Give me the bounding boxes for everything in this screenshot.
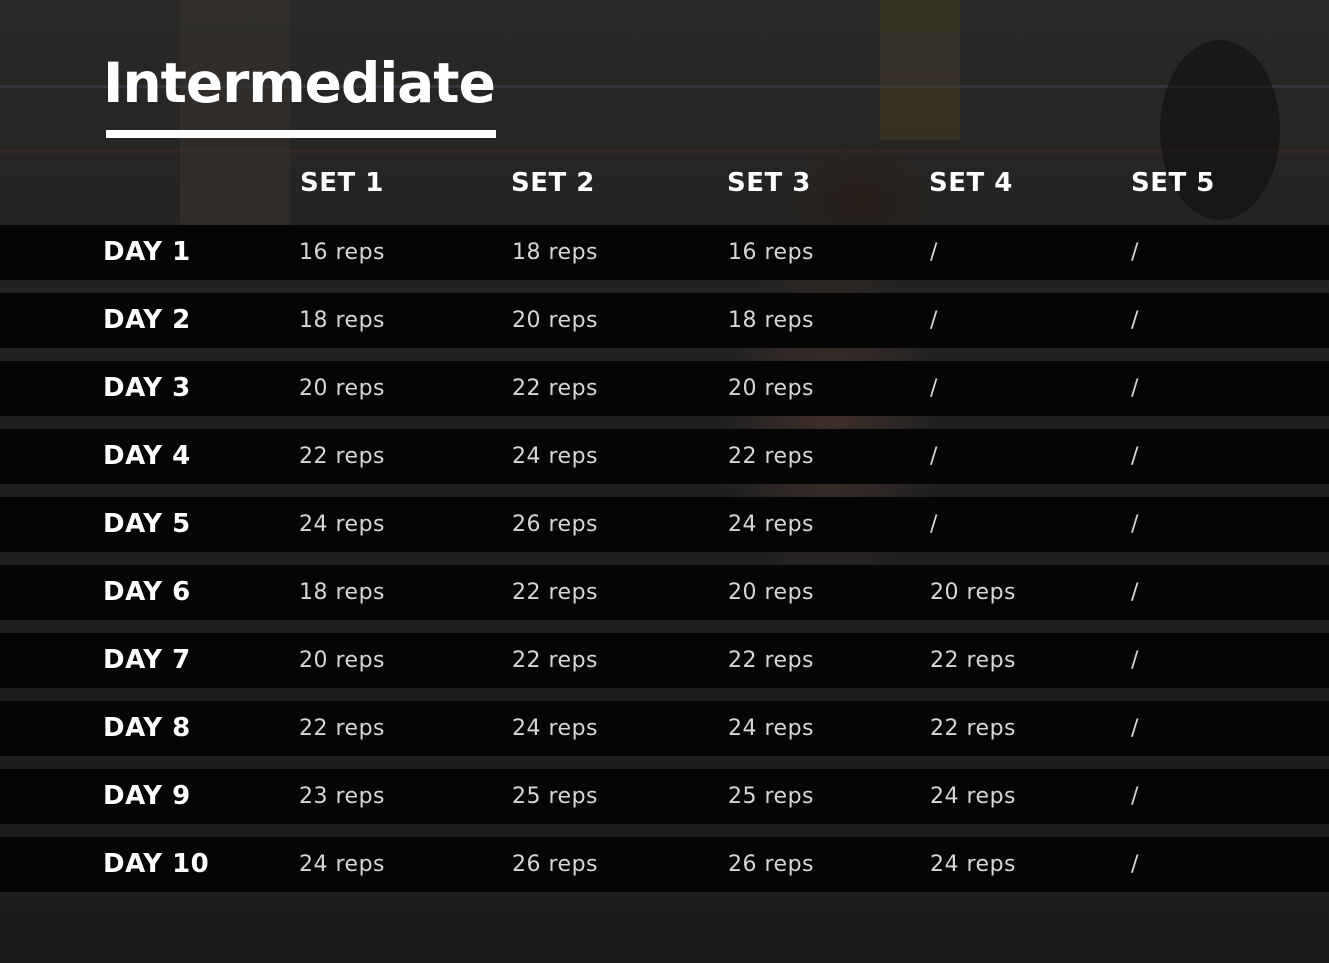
day-label: DAY 2 (103, 305, 191, 335)
set-2-cell: 18 reps (512, 240, 599, 265)
set-5-cell: / (1131, 852, 1139, 877)
set-3-cell: 20 reps (728, 376, 815, 401)
table-row: DAY 10 24 reps 26 reps 26 reps 24 reps / (0, 837, 1329, 892)
set-2-cell: 22 reps (512, 580, 599, 605)
set-5-cell: / (1131, 240, 1139, 265)
table-row: DAY 7 20 reps 22 reps 22 reps 22 reps / (0, 633, 1329, 688)
set-2-cell: 20 reps (512, 308, 599, 333)
day-label: DAY 5 (103, 509, 191, 539)
table-row: DAY 6 18 reps 22 reps 20 reps 20 reps / (0, 565, 1329, 620)
set-1-cell: 20 reps (299, 376, 386, 401)
table-row: DAY 1 16 reps 18 reps 16 reps / / (0, 225, 1329, 280)
set-5-cell: / (1131, 376, 1139, 401)
set-3-cell: 20 reps (728, 580, 815, 605)
set-2-cell: 24 reps (512, 716, 599, 741)
table-header-row: SET 1 SET 2 SET 3 SET 4 SET 5 (0, 168, 1329, 202)
table-row: DAY 2 18 reps 20 reps 18 reps / / (0, 293, 1329, 348)
set-3-cell: 18 reps (728, 308, 815, 333)
day-label: DAY 10 (103, 849, 210, 879)
set-1-cell: 24 reps (299, 852, 386, 877)
set-5-cell: / (1131, 580, 1139, 605)
set-4-cell: / (930, 308, 938, 333)
set-4-cell: / (930, 512, 938, 537)
day-label: DAY 3 (103, 373, 191, 403)
day-label: DAY 9 (103, 781, 191, 811)
set-3-cell: 25 reps (728, 784, 815, 809)
set-5-cell: / (1131, 512, 1139, 537)
set-5-cell: / (1131, 716, 1139, 741)
set-1-cell: 24 reps (299, 512, 386, 537)
set-4-cell: / (930, 376, 938, 401)
set-2-cell: 26 reps (512, 852, 599, 877)
set-3-cell: 24 reps (728, 716, 815, 741)
set-3-cell: 22 reps (728, 444, 815, 469)
table-row: DAY 5 24 reps 26 reps 24 reps / / (0, 497, 1329, 552)
set-5-cell: / (1131, 444, 1139, 469)
column-header-set-4: SET 4 (929, 168, 1013, 198)
set-4-cell: 24 reps (930, 784, 1017, 809)
set-4-cell: / (930, 444, 938, 469)
set-3-cell: 24 reps (728, 512, 815, 537)
set-4-cell: 22 reps (930, 716, 1017, 741)
set-1-cell: 18 reps (299, 580, 386, 605)
set-2-cell: 25 reps (512, 784, 599, 809)
set-2-cell: 24 reps (512, 444, 599, 469)
table-row: DAY 9 23 reps 25 reps 25 reps 24 reps / (0, 769, 1329, 824)
set-1-cell: 18 reps (299, 308, 386, 333)
column-header-set-1: SET 1 (300, 168, 384, 198)
set-1-cell: 22 reps (299, 716, 386, 741)
set-4-cell: 20 reps (930, 580, 1017, 605)
set-2-cell: 22 reps (512, 376, 599, 401)
day-label: DAY 6 (103, 577, 191, 607)
table-row: DAY 8 22 reps 24 reps 24 reps 22 reps / (0, 701, 1329, 756)
day-label: DAY 8 (103, 713, 191, 743)
set-2-cell: 22 reps (512, 648, 599, 673)
set-3-cell: 26 reps (728, 852, 815, 877)
set-5-cell: / (1131, 308, 1139, 333)
set-3-cell: 22 reps (728, 648, 815, 673)
set-1-cell: 16 reps (299, 240, 386, 265)
set-3-cell: 16 reps (728, 240, 815, 265)
day-label: DAY 7 (103, 645, 191, 675)
set-4-cell: 22 reps (930, 648, 1017, 673)
column-header-set-3: SET 3 (727, 168, 811, 198)
page-title: Intermediate (103, 51, 496, 115)
title-underline (106, 130, 496, 138)
set-2-cell: 26 reps (512, 512, 599, 537)
set-1-cell: 23 reps (299, 784, 386, 809)
set-5-cell: / (1131, 784, 1139, 809)
background-wall-shape (880, 0, 960, 140)
column-header-set-2: SET 2 (511, 168, 595, 198)
column-header-set-5: SET 5 (1131, 168, 1215, 198)
set-4-cell: 24 reps (930, 852, 1017, 877)
set-1-cell: 22 reps (299, 444, 386, 469)
table-row: DAY 4 22 reps 24 reps 22 reps / / (0, 429, 1329, 484)
set-5-cell: / (1131, 648, 1139, 673)
set-1-cell: 20 reps (299, 648, 386, 673)
day-label: DAY 1 (103, 237, 191, 267)
day-label: DAY 4 (103, 441, 191, 471)
table-row: DAY 3 20 reps 22 reps 20 reps / / (0, 361, 1329, 416)
set-4-cell: / (930, 240, 938, 265)
